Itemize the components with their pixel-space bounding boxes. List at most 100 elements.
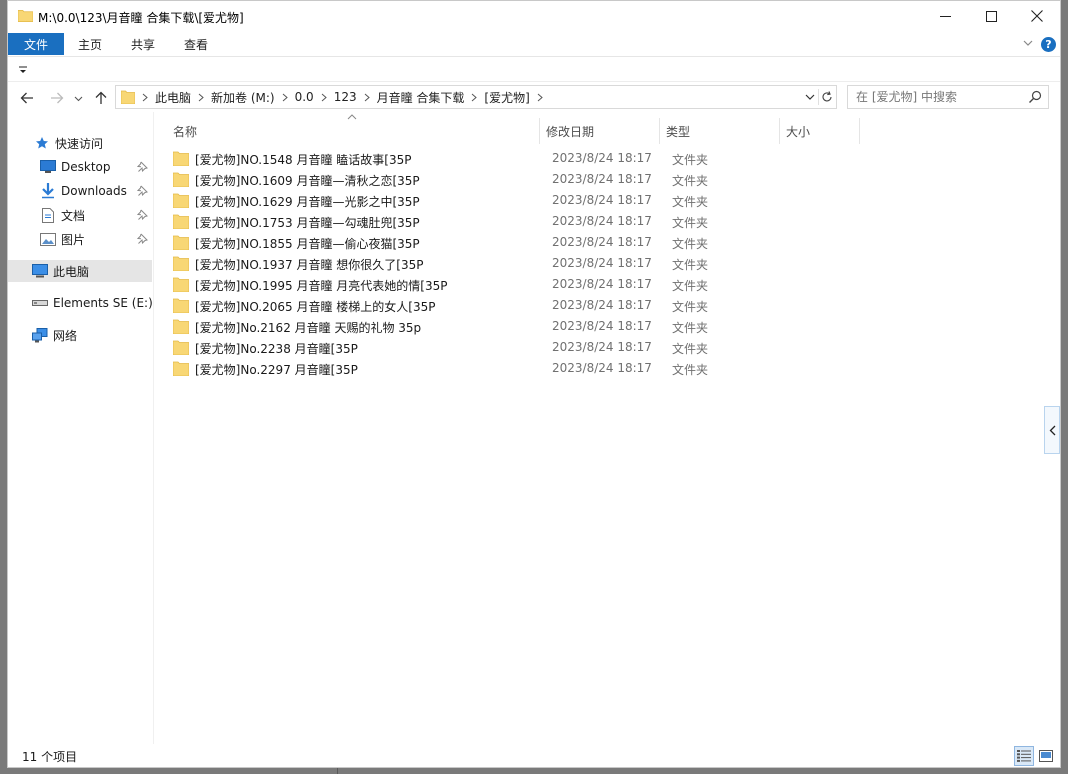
chevron-right-icon: [198, 93, 204, 101]
column-header-size[interactable]: 大小: [780, 120, 859, 142]
sidebar-item-documents[interactable]: 文档: [8, 204, 152, 226]
file-name: [爱尤物]NO.1753 月音瞳—勾魂肚兜[35P: [195, 216, 420, 230]
sidebar-item-label: Elements SE (E:): [53, 296, 153, 310]
file-type: 文件夹: [672, 279, 709, 293]
search-icon[interactable]: [1028, 90, 1042, 104]
computer-icon: [32, 263, 48, 279]
file-name: [爱尤物]NO.1548 月音瞳 瞌话故事[35P: [195, 153, 412, 167]
sidebar-item-pictures[interactable]: 图片: [8, 228, 152, 250]
sidebar-item-label: Desktop: [61, 160, 111, 174]
file-type: 文件夹: [672, 300, 709, 314]
breadcrumb-separator[interactable]: [314, 93, 334, 102]
chevron-right-icon: [142, 93, 148, 101]
table-row[interactable]: [爱尤物]No.2297 月音瞳[35P 2023/8/24 18:17 文件夹: [173, 358, 733, 379]
address-history-icon[interactable]: [804, 91, 816, 103]
breadcrumb-folder[interactable]: 0.0: [295, 90, 314, 104]
folder-icon: [173, 172, 189, 187]
breadcrumb-separator[interactable]: [275, 93, 295, 102]
close-icon: [1031, 10, 1043, 22]
up-button[interactable]: [90, 87, 112, 109]
folder-icon: [173, 319, 189, 334]
pictures-icon: [40, 231, 56, 247]
table-row[interactable]: [爱尤物]No.2238 月音瞳[35P 2023/8/24 18:17 文件夹: [173, 337, 733, 358]
column-divider[interactable]: [859, 118, 860, 144]
breadcrumb-current[interactable]: [爱尤物]: [484, 89, 529, 106]
details-view-button[interactable]: [1014, 746, 1034, 766]
status-bar: 11 个项目: [8, 744, 1060, 768]
navigation-bar: 此电脑 新加卷 (M:) 0.0 123 月音瞳 合集下载 [爱尤物]: [8, 82, 1060, 112]
folder-icon: [173, 151, 189, 166]
search-input[interactable]: [848, 86, 1024, 108]
sidebar-item-label: 图片: [61, 232, 86, 247]
refresh-button[interactable]: [818, 89, 834, 105]
table-row[interactable]: [爱尤物]NO.1937 月音瞳 想你很久了[35P 2023/8/24 18:…: [173, 253, 733, 274]
file-type: 文件夹: [672, 258, 709, 272]
tab-share[interactable]: 共享: [131, 33, 155, 55]
file-name: [爱尤物]NO.1629 月音瞳—光影之中[35P: [195, 195, 420, 209]
file-type: 文件夹: [672, 342, 709, 356]
tab-home[interactable]: 主页: [78, 33, 102, 55]
file-name: [爱尤物]NO.1995 月音瞳 月亮代表她的情[35P: [195, 279, 448, 293]
folder-icon: [18, 9, 33, 22]
sidebar-item-quick-access[interactable]: 快速访问: [8, 132, 152, 154]
breadcrumb-folder[interactable]: 月音瞳 合集下载: [377, 89, 465, 106]
item-count: 11 个项目: [22, 750, 78, 764]
column-header-type[interactable]: 类型: [660, 120, 779, 142]
table-row[interactable]: [爱尤物]NO.1609 月音瞳—清秋之恋[35P 2023/8/24 18:1…: [173, 169, 733, 190]
refresh-icon: [822, 91, 832, 102]
folder-icon: [173, 235, 189, 250]
sidebar-item-drive[interactable]: Elements SE (E:): [8, 292, 153, 314]
chevron-right-icon: [282, 93, 288, 101]
tab-view[interactable]: 查看: [184, 33, 208, 55]
large-icons-view-button[interactable]: [1036, 746, 1056, 766]
folder-icon: [173, 214, 189, 229]
table-row[interactable]: [爱尤物]NO.1753 月音瞳—勾魂肚兜[35P 2023/8/24 18:1…: [173, 211, 733, 232]
table-row[interactable]: [爱尤物]NO.1629 月音瞳—光影之中[35P 2023/8/24 18:1…: [173, 190, 733, 211]
window-title: M:\0.0\123\月音瞳 合集下载\[爱尤物]: [38, 11, 244, 25]
details-view-icon: [1017, 750, 1031, 762]
folder-icon: [173, 256, 189, 271]
breadcrumb-separator[interactable]: [530, 93, 550, 102]
table-row[interactable]: [爱尤物]NO.1548 月音瞳 瞌话故事[35P 2023/8/24 18:1…: [173, 148, 733, 169]
back-button[interactable]: [16, 87, 38, 109]
column-header-date[interactable]: 修改日期: [540, 120, 659, 142]
table-row[interactable]: [爱尤物]No.2162 月音瞳 天赐的礼物 35p 2023/8/24 18:…: [173, 316, 733, 337]
customize-toolbar-icon[interactable]: [18, 65, 28, 75]
sidebar-item-network[interactable]: 网络: [8, 324, 152, 346]
breadcrumb-separator[interactable]: [464, 93, 484, 102]
close-button[interactable]: [1014, 1, 1060, 31]
forward-button[interactable]: [46, 87, 68, 109]
maximize-button[interactable]: [968, 1, 1014, 31]
table-row[interactable]: [爱尤物]NO.1995 月音瞳 月亮代表她的情[35P 2023/8/24 1…: [173, 274, 733, 295]
preview-pane-toggle[interactable]: [1044, 406, 1060, 454]
chevron-down-icon[interactable]: [1022, 37, 1034, 49]
sidebar-item-label: 文档: [61, 208, 86, 223]
column-header-name[interactable]: 名称: [167, 120, 539, 142]
breadcrumb-separator[interactable]: [191, 93, 211, 102]
breadcrumb-separator[interactable]: [135, 93, 155, 102]
tab-file[interactable]: 文件: [8, 33, 64, 55]
sidebar-item-desktop[interactable]: Desktop: [8, 156, 152, 178]
file-name: [爱尤物]NO.1609 月音瞳—清秋之恋[35P: [195, 174, 420, 188]
breadcrumb-separator[interactable]: [357, 93, 377, 102]
file-date: 2023/8/24 18:17: [552, 256, 652, 270]
folder-icon: [173, 277, 189, 292]
breadcrumb-folder[interactable]: 123: [334, 90, 357, 104]
minimize-button[interactable]: [922, 1, 968, 31]
breadcrumb-this-pc[interactable]: 此电脑: [155, 89, 191, 106]
sidebar-item-this-pc[interactable]: 此电脑: [8, 260, 152, 282]
help-icon[interactable]: ?: [1041, 37, 1056, 52]
chevron-down-icon: [74, 96, 82, 101]
file-type: 文件夹: [672, 195, 709, 209]
breadcrumb-drive[interactable]: 新加卷 (M:): [211, 89, 275, 106]
address-bar[interactable]: 此电脑 新加卷 (M:) 0.0 123 月音瞳 合集下载 [爱尤物]: [115, 85, 837, 109]
table-row[interactable]: [爱尤物]NO.2065 月音瞳 楼梯上的女人[35P 2023/8/24 18…: [173, 295, 733, 316]
search-box[interactable]: [847, 85, 1049, 109]
table-row[interactable]: [爱尤物]NO.1855 月音瞳—偷心夜猫[35P 2023/8/24 18:1…: [173, 232, 733, 253]
sidebar-item-downloads[interactable]: Downloads: [8, 180, 152, 202]
recent-locations-button[interactable]: [71, 87, 85, 109]
title-bar[interactable]: M:\0.0\123\月音瞳 合集下载\[爱尤物]: [8, 1, 1060, 31]
pin-icon: [137, 233, 148, 244]
ribbon-tabs: 文件 主页 共享 查看 ?: [8, 31, 1060, 57]
sidebar-item-label: 快速访问: [55, 136, 104, 151]
